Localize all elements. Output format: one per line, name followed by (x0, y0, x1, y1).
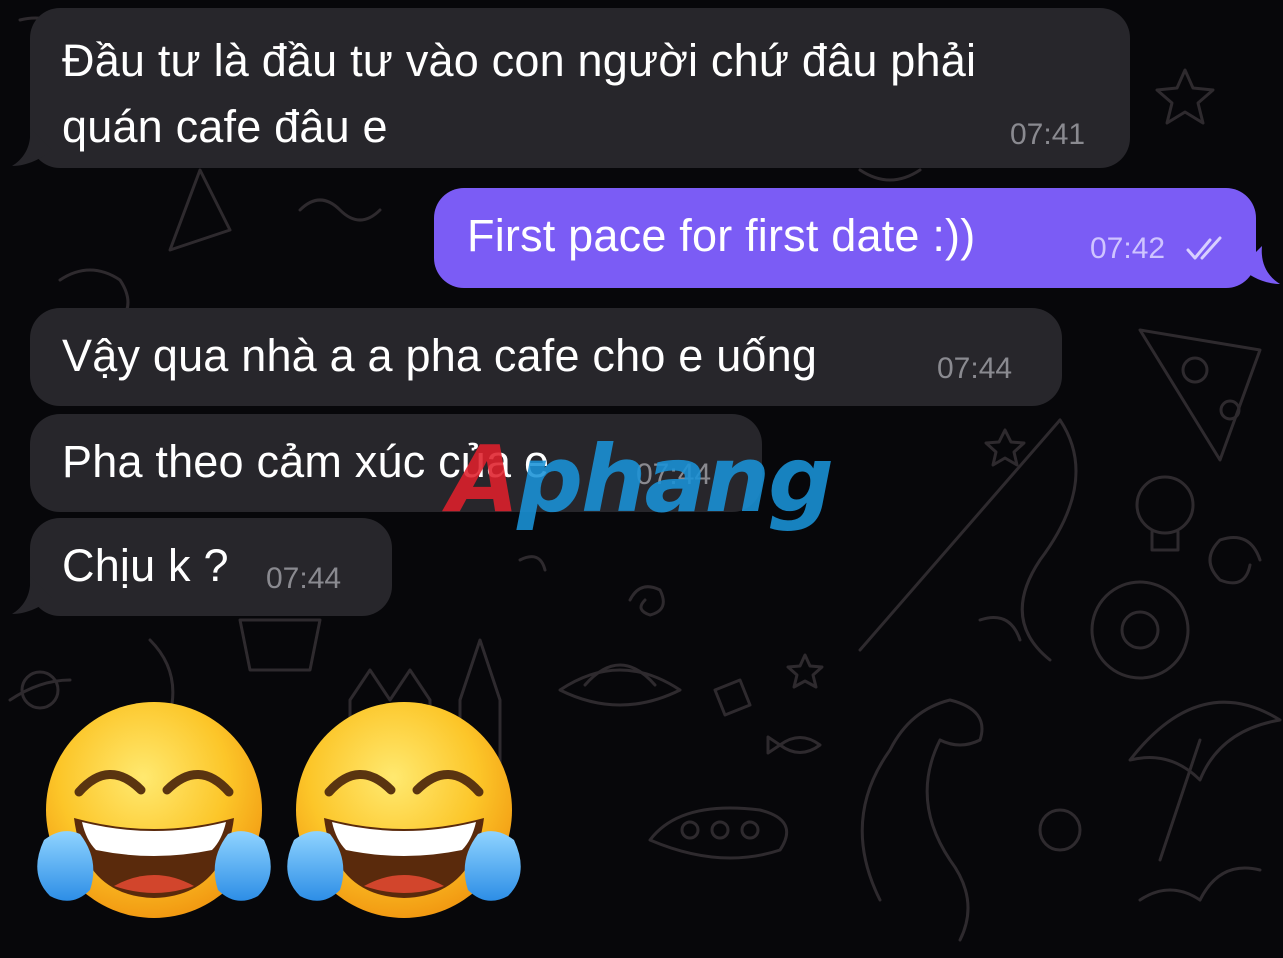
bubble-tail (12, 128, 52, 166)
message-timestamp: 07:44 (266, 562, 342, 595)
bubble-tail (1240, 246, 1280, 284)
face-with-tears-of-joy-icon (287, 702, 521, 918)
pizza-doodle (1138, 328, 1262, 462)
submarine-doodle (648, 806, 789, 860)
message-text: First pace for first date :)) (467, 210, 976, 261)
message-timestamp: 07:44 (937, 352, 1013, 385)
message-timestamp: 07:41 (1010, 118, 1086, 151)
umbrella-doodle (1128, 700, 1282, 782)
face-with-tears-of-joy-icon (37, 702, 271, 918)
watermark-letter: A (448, 426, 519, 533)
message-timestamp: 07:42 (1090, 232, 1166, 265)
incoming-message-bubble[interactable]: Đầu tư là đầu tư vào con người chứ đâu p… (30, 8, 1130, 168)
watermark-logo: Aphang (448, 430, 834, 530)
message-text: Chịu k ? (62, 540, 229, 591)
bubble-tail (12, 576, 52, 614)
message-text: Vậy qua nhà a a pha cafe cho e uống (62, 330, 818, 381)
message-text: Đầu tư là đầu tư vào con người chứ đâu p… (62, 35, 977, 86)
outgoing-message-bubble[interactable]: First pace for first date :)) 07:42 (434, 188, 1256, 288)
incoming-message-bubble[interactable]: Vậy qua nhà a a pha cafe cho e uống 07:4… (30, 308, 1062, 406)
ufo-doodle (558, 668, 682, 707)
watermark-text: phang (517, 426, 834, 533)
emoji-message[interactable] (34, 700, 524, 930)
double-check-icon (1186, 236, 1222, 260)
message-text: quán cafe đâu e (62, 101, 388, 152)
incoming-message-bubble[interactable]: Chịu k ? 07:44 (30, 518, 392, 616)
dinosaur-doodle (860, 698, 984, 942)
